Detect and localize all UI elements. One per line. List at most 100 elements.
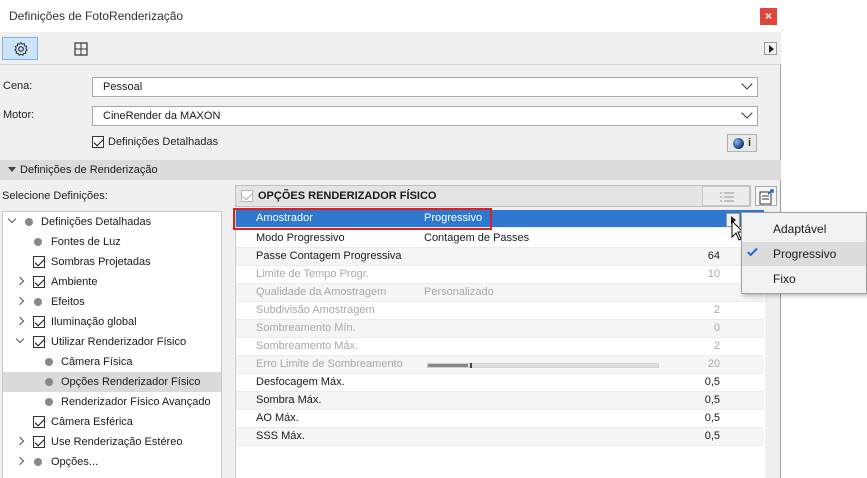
row-number: 2 [713,304,720,316]
tree-item-label: Opções Renderizador Físico [61,376,201,388]
layout-tab-button[interactable] [62,37,98,60]
collapse-triangle-icon [8,167,16,172]
dot-icon [45,398,53,406]
grid-row-shading-error-threshold: Erro Limite de Sombreamento 20 [236,356,764,374]
select-settings-label: Selecione Definições: [2,190,108,202]
checkbox[interactable] [33,256,45,268]
checkbox[interactable] [33,276,45,288]
tree-item-physical-renderer-options[interactable]: Opções Renderizador Físico [3,372,221,392]
settings-tree: Definições Detalhadas Fontes de Luz Somb… [2,211,222,478]
tree-item-cast-shadows[interactable]: Sombras Projetadas [3,252,221,272]
tree-item-stereo-rendering[interactable]: Use Renderização Estéreo [3,432,221,452]
row-number[interactable]: 0,5 [705,430,720,442]
scene-select[interactable]: Pessoal [92,77,758,97]
engine-select[interactable]: CineRender da MAXON [92,106,758,126]
title-bar[interactable]: Definições de FotoRenderização × [0,0,781,32]
tree-item-global-illumination[interactable]: Iluminação global [3,312,221,332]
chevron-down-icon [741,107,753,119]
grid-row-progressive-mode[interactable]: Modo Progressivo Contagem de Passes [236,230,764,248]
export-icon [759,189,774,205]
tree-item-spherical-camera[interactable]: Câmera Esférica [3,412,221,432]
tree-item-label: Ambiente [51,276,98,288]
dot-icon [34,458,42,466]
grid-row-pass-count[interactable]: Passe Contagem Progressiva 64 [236,248,764,266]
tree-item-options[interactable]: Opções... [3,452,221,472]
info-icon: i [748,137,752,149]
row-number: 0 [713,322,720,334]
row-value: Personalizado [424,286,494,298]
error-threshold-slider [427,363,659,368]
checkbox[interactable] [33,316,45,328]
grid-row-shadow-max[interactable]: Sombra Máx. 0,5 [236,392,764,410]
photorendering-settings-window: Definições de FotoRenderização × Cena: P… [0,0,781,478]
row-number[interactable]: 64 [708,250,720,262]
dot-icon [34,298,42,306]
checkbox[interactable] [33,336,45,348]
export-settings-button[interactable] [755,186,777,206]
detailed-settings-checkbox[interactable] [92,136,104,148]
popup-option-fixed[interactable]: Fixo [742,267,866,291]
checkbox[interactable] [33,436,45,448]
option-label: Progressivo [773,247,837,261]
grid-row-sampling-subdivision: Subdivisão Amostragem 2 [236,302,764,320]
tree-item-physical-renderer[interactable]: Utilizar Renderizador Físico [3,332,221,352]
expand-arrow-icon[interactable] [7,214,17,224]
dot-icon [45,378,53,386]
row-key: Qualidade da Amostragem [256,286,387,298]
expand-arrow-icon[interactable] [15,436,25,446]
tree-item-label: Sombras Projetadas [51,256,151,268]
tree-item-physical-camera[interactable]: Câmera Física [3,352,221,372]
tree-item-label: Renderizador Físico Avançado [61,396,211,408]
expand-arrow-icon[interactable] [15,456,25,466]
callout-highlight-box [233,208,492,230]
row-number: 20 [707,358,720,370]
tree-item-label: Câmera Esférica [51,416,133,428]
row-value[interactable]: Contagem de Passes [424,232,529,244]
checkbox[interactable] [33,416,45,428]
triangle-right-icon[interactable] [764,42,777,55]
list-view-button[interactable] [702,186,750,206]
window-title: Definições de FotoRenderização [9,9,184,23]
tree-item-effects[interactable]: Efeitos [3,292,221,312]
row-number[interactable]: 0,5 [705,412,720,424]
expand-arrow-icon[interactable] [15,316,25,326]
tree-item-light-sources[interactable]: Fontes de Luz [3,232,221,252]
render-settings-section-header[interactable]: Definições de Renderização [0,160,781,180]
tree-item-advanced-physical-renderer[interactable]: Renderizador Físico Avançado [3,392,221,412]
cinerender-info-button[interactable]: i [727,134,757,152]
row-key: Passe Contagem Progressiva [256,250,402,262]
expand-arrow-icon[interactable] [15,296,25,306]
row-number[interactable]: 0,5 [705,394,720,406]
expand-arrow-icon[interactable] [15,334,25,344]
tree-item-label: Iluminação global [51,316,137,328]
panel-enable-checkbox [241,190,253,202]
gear-icon [14,41,28,57]
grid-row-shading-min: Sombreamento Mín. 0 [236,320,764,338]
panel-title: OPÇÕES RENDERIZADOR FÍSICO [258,190,437,202]
row-key: Limite de Tempo Progr. [256,268,369,280]
slider-fill [428,364,468,367]
expand-arrow-icon[interactable] [15,276,25,286]
tree-item-label: Fontes de Luz [51,236,121,248]
row-key: Sombreamento Mín. [256,322,356,334]
list-icon [720,192,734,202]
dot-icon [34,238,42,246]
tree-item-detailed-settings[interactable]: Definições Detalhadas [3,212,221,232]
tree-item-environment[interactable]: Ambiente [3,272,221,292]
settings-grid: Amostrador Progressivo Modo Progressivo … [235,210,765,478]
row-number: 10 [707,268,720,280]
grid-row-ao-max[interactable]: AO Máx. 0,5 [236,410,764,428]
popup-option-progressive[interactable]: Progressivo [742,242,866,266]
row-key: SSS Máx. [256,430,305,442]
grid-row-blur-max[interactable]: Desfocagem Máx. 0,5 [236,374,764,392]
cinema4d-logo-icon [733,138,744,149]
option-label: Fixo [773,272,796,286]
grid-row-sss-max[interactable]: SSS Máx. 0,5 [236,428,764,446]
dot-icon [45,358,53,366]
popup-option-adaptive[interactable]: Adaptável [742,217,866,241]
row-number[interactable]: 0,5 [705,376,720,388]
settings-tab-button[interactable] [2,37,38,60]
grid-row-shading-max: Sombreamento Máx. 2 [236,338,764,356]
close-button[interactable]: × [760,8,777,25]
row-key: Subdivisão Amostragem [256,304,375,316]
